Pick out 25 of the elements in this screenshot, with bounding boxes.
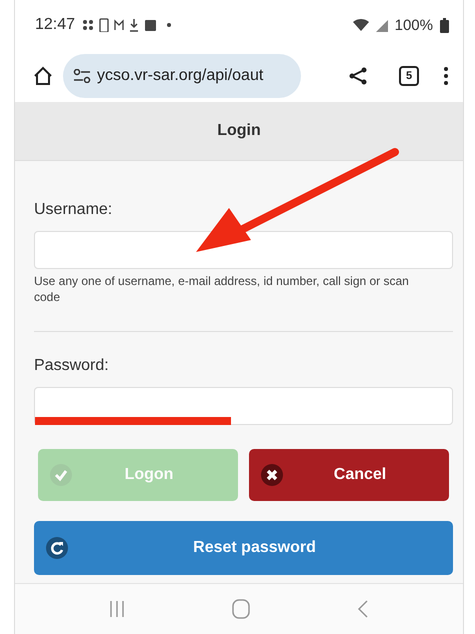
cancel-button[interactable]: Cancel (249, 449, 449, 501)
address-bar[interactable]: ycso.vr-sar.org/api/oaut (63, 54, 301, 98)
settings-icon (73, 69, 91, 83)
battery-percent: 100% (394, 16, 433, 34)
refresh-icon (46, 537, 68, 559)
input-field[interactable] (34, 231, 453, 269)
status-time: 12:47 (35, 16, 76, 34)
home-icon[interactable] (33, 66, 53, 86)
recent-apps-button[interactable] (108, 600, 125, 618)
more-icon[interactable] (443, 66, 449, 86)
field-label: Username: (34, 201, 114, 219)
share-icon[interactable] (349, 67, 367, 85)
page-title: Login (217, 122, 261, 140)
field-hint: Use any one of username, e-mail address, id number, call sign or scan code (34, 273, 410, 305)
home-button[interactable] (232, 599, 250, 619)
close-icon (261, 464, 283, 486)
back-button[interactable] (357, 599, 370, 619)
input-field[interactable] (34, 387, 453, 425)
reset-password-button[interactable]: Reset password (34, 521, 453, 575)
signal-icon (376, 18, 388, 32)
battery-icon (440, 18, 449, 32)
check-icon (50, 464, 72, 486)
wifi-icon (352, 18, 369, 32)
tab-count-button[interactable]: 5 (399, 66, 419, 86)
field-label: Password: (34, 357, 110, 375)
